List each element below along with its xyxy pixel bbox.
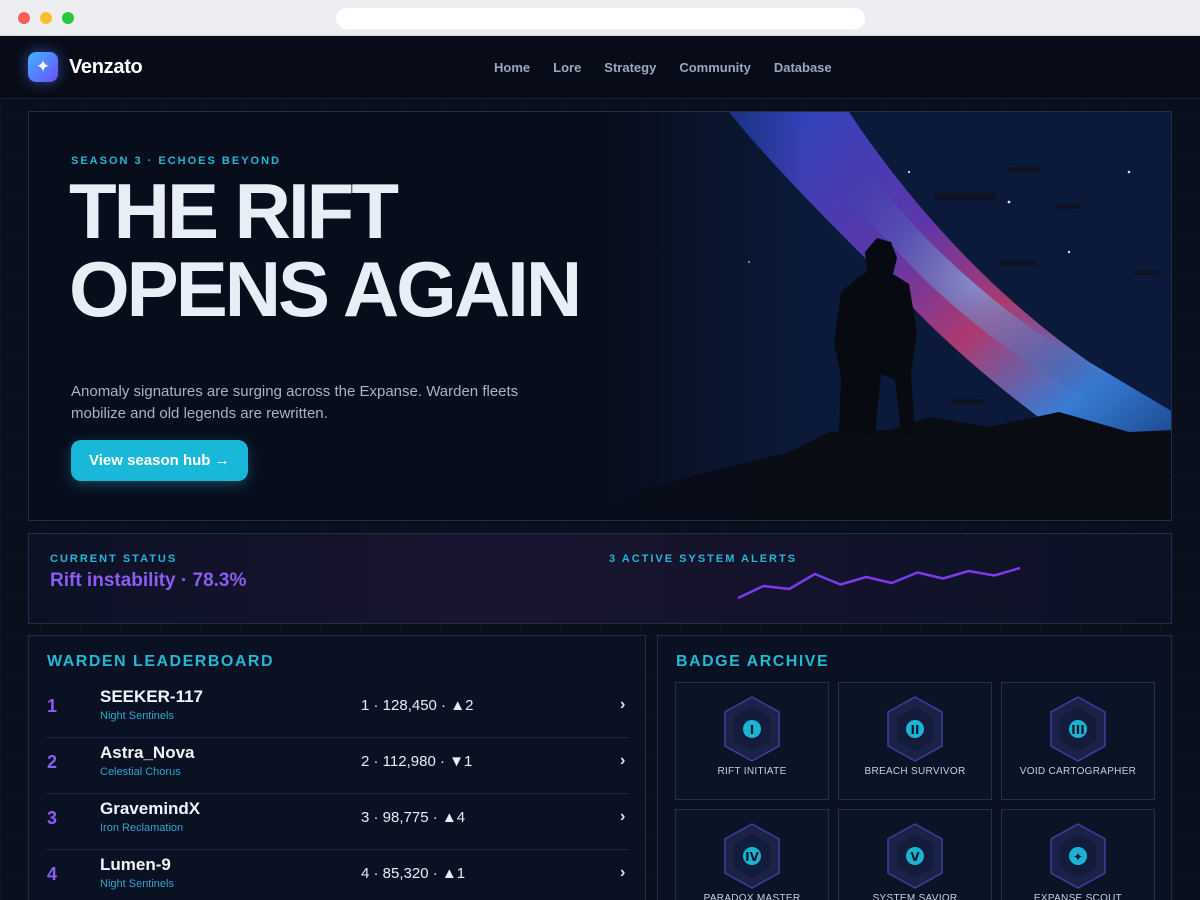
row-player-name: GravemindX (100, 799, 201, 818)
svg-text:I: I (750, 723, 754, 737)
svg-text:IV: IV (745, 850, 759, 864)
row-stats: 2 · 112,980 · ▼1 (361, 753, 473, 770)
brand-name[interactable]: Venzato (69, 56, 143, 79)
leaderboard-row[interactable]: 1 SEEKER-117 Night Sentinels 1 · 128,450… (46, 682, 629, 738)
row-rank: 3 (47, 808, 58, 828)
status-value: Rift instability · 78.3% (50, 570, 247, 591)
expanse-scout-badge-icon: ✦ (1050, 823, 1106, 889)
badge-card[interactable]: IV PARADOX MASTER (675, 809, 829, 900)
row-player-name: Astra_Nova (100, 743, 195, 762)
minimize-window-button[interactable] (40, 12, 52, 24)
chevron-right-icon[interactable]: › (620, 752, 625, 770)
badge-card[interactable]: V SYSTEM SAVIOR (838, 809, 992, 900)
badge-label: BREACH SURVIVOR (864, 766, 966, 777)
row-player-name: Lumen-9 (100, 855, 171, 874)
top-nav: ✦ Venzato Home Lore Strategy Community D… (0, 36, 1200, 99)
view-season-hub-button[interactable]: View season hub → (71, 440, 248, 481)
status-band: CURRENT STATUS Rift instability · 78.3% … (28, 533, 1172, 624)
season-eyebrow: SEASON 3 · ECHOES BEYOND (71, 155, 281, 167)
leaderboard-title: WARDEN LEADERBOARD (47, 653, 274, 670)
svg-text:V: V (910, 850, 920, 864)
status-label: CURRENT STATUS (50, 553, 178, 565)
nav-link-community[interactable]: Community (679, 60, 751, 75)
hero-description: Anomaly signatures are surging across th… (71, 383, 519, 422)
badge-card[interactable]: III VOID CARTOGRAPHER (1001, 682, 1155, 800)
paradox-master-badge-icon: IV (724, 823, 780, 889)
sparkle-icon[interactable]: ✦ (28, 52, 58, 82)
badge-label: EXPANSE SCOUT (1033, 893, 1123, 900)
nav-link-strategy[interactable]: Strategy (604, 60, 656, 75)
leaderboard-row[interactable]: 4 Lumen-9 Night Sentinels 4 · 85,320 · ▲… (46, 850, 629, 900)
sparkline-line (737, 566, 1021, 600)
badge-card[interactable]: I RIFT INITIATE (675, 682, 829, 800)
browser-chrome (0, 0, 1200, 36)
address-bar[interactable] (336, 8, 865, 29)
chevron-right-icon[interactable]: › (620, 696, 625, 714)
row-team: Iron Reclamation (100, 822, 184, 834)
badge-archive-title: BADGE ARCHIVE (676, 653, 830, 670)
hero-title-line2: OPENS AGAIN (69, 245, 582, 333)
badge-label: VOID CARTOGRAPHER (1019, 766, 1137, 777)
badge-card[interactable]: II BREACH SURVIVOR (838, 682, 992, 800)
svg-text:III: III (1071, 723, 1084, 737)
page: ✦ Venzato Home Lore Strategy Community D… (0, 36, 1200, 900)
row-stats: 3 · 98,775 · ▲4 (361, 809, 466, 826)
row-team: Celestial Chorus (100, 766, 181, 778)
leaderboard-row[interactable]: 3 GravemindX Iron Reclamation 3 · 98,775… (46, 794, 629, 850)
rift-initiate-badge-icon: I (724, 696, 780, 762)
breach-survivor-badge-icon: II (887, 696, 943, 762)
nav-link-lore[interactable]: Lore (553, 60, 581, 75)
badge-label: PARADOX MASTER (703, 893, 801, 900)
chevron-right-icon[interactable]: › (620, 864, 625, 882)
maximize-window-button[interactable] (62, 12, 74, 24)
row-rank: 4 (47, 864, 58, 884)
row-team: Night Sentinels (100, 710, 174, 722)
row-stats: 1 · 128,450 · ▲2 (361, 697, 474, 714)
hero-banner: SEASON 3 · ECHOES BEYOND THE RIFT OPENS … (28, 111, 1172, 521)
badge-label: RIFT INITIATE (717, 766, 787, 777)
close-window-button[interactable] (18, 12, 30, 24)
badge-card[interactable]: ✦ EXPANSE SCOUT (1001, 809, 1155, 900)
hero-title-line1: THE RIFT (69, 167, 399, 255)
badge-archive: BADGE ARCHIVE I RIFT INITIATE II BREACH SUR… (657, 635, 1172, 900)
nav-links: Home Lore Strategy Community Database (494, 60, 832, 75)
chevron-right-icon[interactable]: › (620, 808, 625, 826)
svg-text:II: II (911, 723, 920, 737)
void-cartographer-badge-icon: III (1050, 696, 1106, 762)
instability-sparkline (737, 566, 1021, 600)
leaderboard-row[interactable]: 2 Astra_Nova Celestial Chorus 2 · 112,98… (46, 738, 629, 794)
nav-link-database[interactable]: Database (774, 60, 832, 75)
row-team: Night Sentinels (100, 878, 174, 890)
svg-text:✦: ✦ (1073, 850, 1083, 864)
row-stats: 4 · 85,320 · ▲1 (361, 865, 466, 882)
badge-label: SYSTEM SAVIOR (872, 893, 958, 900)
row-rank: 2 (47, 752, 58, 772)
row-rank: 1 (47, 696, 58, 716)
hero-title: THE RIFT OPENS AGAIN (69, 172, 709, 328)
system-savior-badge-icon: V (887, 823, 943, 889)
warden-leaderboard: WARDEN LEADERBOARD 1 SEEKER-117 Night Se… (28, 635, 646, 900)
row-player-name: SEEKER-117 (100, 687, 203, 706)
nav-link-home[interactable]: Home (494, 60, 530, 75)
